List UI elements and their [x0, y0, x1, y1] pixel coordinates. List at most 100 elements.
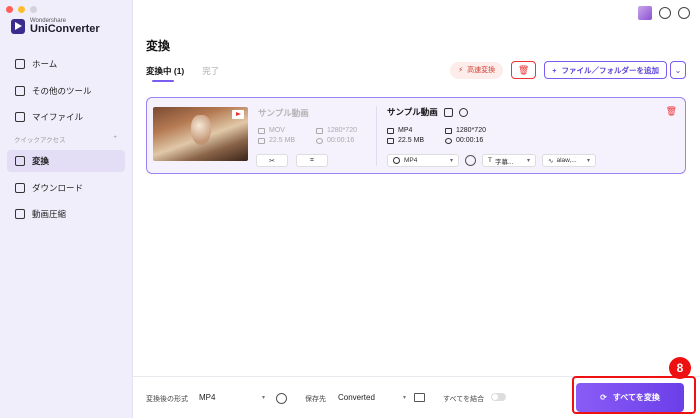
- subtitle-select-value: 字幕...: [494, 158, 514, 166]
- audio-select[interactable]: ∿ alaw,... ▾: [542, 154, 596, 167]
- add-files-dropdown[interactable]: ⌄: [670, 61, 686, 79]
- clock-icon: [445, 137, 452, 144]
- target-controls: MP4 ▾ T 字幕... ▾ ∿ alaw,... ▾: [387, 154, 596, 167]
- add-quick-access-button[interactable]: +: [113, 134, 117, 144]
- home-icon: [15, 59, 25, 69]
- delete-all-button[interactable]: 🗑: [511, 61, 537, 79]
- target-format: MP4: [398, 127, 413, 134]
- merge-all-label: すべてを結合: [443, 396, 485, 403]
- subtitle-icon: T: [488, 157, 492, 164]
- tab-finished[interactable]: 完了: [202, 65, 219, 77]
- brand: Wondershare UniConverter: [11, 18, 100, 35]
- merge-all-toggle[interactable]: [491, 393, 506, 401]
- target-duration: 00:00:16: [456, 137, 484, 144]
- page-title: 変換: [146, 39, 171, 53]
- sidebar-item-compress[interactable]: 動画圧縮: [7, 203, 125, 225]
- file-icon: [15, 112, 25, 122]
- app-window: Wondershare UniConverter ホーム その他のツール マイフ…: [0, 0, 700, 418]
- sidebar-item-tools[interactable]: その他のツール: [7, 80, 125, 102]
- toolbox-icon: [15, 85, 25, 96]
- main-nav: ホーム その他のツール マイファイル クイックアクセス + 変換 ダウンロード: [7, 53, 125, 230]
- close-window-button[interactable]: [6, 6, 13, 13]
- brand-product: UniConverter: [30, 23, 100, 35]
- save-to-select[interactable]: Converted ▾: [336, 389, 408, 406]
- convert-icon: [15, 156, 25, 166]
- add-files-button[interactable]: + ファイル／フォルダーを追加: [544, 61, 667, 79]
- sidebar-item-label: ダウンロード: [32, 182, 84, 193]
- sidebar-item-my-files[interactable]: マイファイル: [7, 106, 125, 128]
- tab-converting[interactable]: 変換中 (1): [146, 65, 184, 82]
- output-settings-icon[interactable]: [276, 393, 287, 404]
- source-duration: 00:00:16: [327, 137, 355, 144]
- sidebar-item-label: ホーム: [32, 59, 58, 69]
- trim-button[interactable]: ✂: [256, 154, 288, 167]
- file-card[interactable]: サンプル動画 MOV 1280*720 22.5 MB 00:00:16 ✂ ⌗…: [146, 97, 686, 174]
- crop-button[interactable]: ⌗: [296, 154, 328, 167]
- target-size: 22.5 MB: [398, 137, 425, 144]
- chevron-down-icon: ▾: [261, 395, 265, 401]
- compress-icon: [15, 209, 25, 219]
- target-resolution: 1280*720: [456, 127, 486, 134]
- settings-icon[interactable]: [465, 155, 476, 166]
- chevron-down-icon: ▾: [586, 158, 590, 164]
- plus-icon: +: [552, 65, 557, 75]
- video-format-icon: [258, 127, 265, 134]
- trash-icon: 🗑: [665, 106, 677, 116]
- subtitle-select[interactable]: T 字幕... ▾: [482, 154, 536, 167]
- source-resolution: 1280*720: [327, 127, 357, 134]
- trash-icon: 🗑: [517, 64, 530, 75]
- audio-wave-icon: ∿: [548, 157, 554, 165]
- crop-icon: ⌗: [310, 156, 314, 164]
- format-select[interactable]: MP4 ▾: [387, 154, 459, 167]
- chat-icon[interactable]: [659, 7, 671, 19]
- avatar[interactable]: [638, 6, 652, 20]
- target-title: サンプル動画: [387, 107, 438, 117]
- video-thumbnail[interactable]: [153, 107, 248, 161]
- output-format-select[interactable]: MP4 ▾: [197, 389, 267, 406]
- sidebar-item-home[interactable]: ホーム: [7, 53, 125, 75]
- info-icon[interactable]: [458, 107, 468, 117]
- sidebar-item-label: マイファイル: [32, 112, 84, 122]
- divider: [376, 106, 377, 166]
- chevron-down-icon: ▾: [526, 158, 530, 164]
- download-icon: [15, 182, 25, 193]
- format-icon: [393, 157, 400, 164]
- high-speed-label: 高速変換: [467, 67, 496, 74]
- add-files-label: ファイル／フォルダーを追加: [561, 65, 660, 75]
- sidebar-item-label: 変換: [32, 156, 50, 166]
- folder-icon: [258, 137, 265, 144]
- audio-select-value: alaw,...: [556, 157, 577, 164]
- uniconverter-logo-icon: [11, 19, 25, 34]
- remove-file-button[interactable]: 🗑: [666, 106, 677, 117]
- minimize-window-button[interactable]: [18, 6, 25, 13]
- source-format: MOV: [269, 127, 285, 134]
- open-folder-icon[interactable]: [414, 393, 425, 402]
- folder-icon: [387, 137, 394, 144]
- edit-tools: ✂ ⌗: [256, 154, 328, 167]
- maximize-window-button[interactable]: [30, 6, 37, 13]
- sidebar-item-convert[interactable]: 変換: [7, 150, 125, 172]
- source-title: サンプル動画: [258, 108, 309, 118]
- section-label: クイックアクセス: [14, 137, 66, 144]
- tabs: 変換中 (1) 完了: [146, 65, 219, 82]
- top-right-icons: [638, 6, 690, 20]
- resolution-icon: [445, 127, 452, 134]
- save-to-label: 保存先: [305, 396, 326, 403]
- edit-icon[interactable]: [443, 107, 453, 117]
- scissors-icon: ✂: [269, 157, 275, 165]
- window-controls: [6, 6, 37, 13]
- high-speed-button[interactable]: ⚡ 高速変換: [450, 61, 504, 79]
- lightning-icon: ⚡: [458, 67, 464, 74]
- sidebar-item-download[interactable]: ダウンロード: [7, 177, 125, 199]
- resolution-icon: [316, 127, 323, 134]
- thumbnail-glass: [191, 115, 211, 145]
- headset-icon[interactable]: [678, 7, 690, 19]
- quick-access-section: クイックアクセス +: [7, 134, 125, 144]
- highlight-box: [572, 376, 696, 414]
- sidebar: Wondershare UniConverter ホーム その他のツール マイフ…: [0, 0, 133, 418]
- output-format-label: 変換後の形式: [146, 396, 188, 403]
- source-meta: MOV 1280*720 22.5 MB 00:00:16: [258, 127, 386, 144]
- sidebar-item-label: 動画圧縮: [32, 209, 67, 219]
- output-format-value: MP4: [199, 393, 216, 402]
- action-bar: ⚡ 高速変換 🗑 + ファイル／フォルダーを追加 ⌄: [450, 61, 686, 79]
